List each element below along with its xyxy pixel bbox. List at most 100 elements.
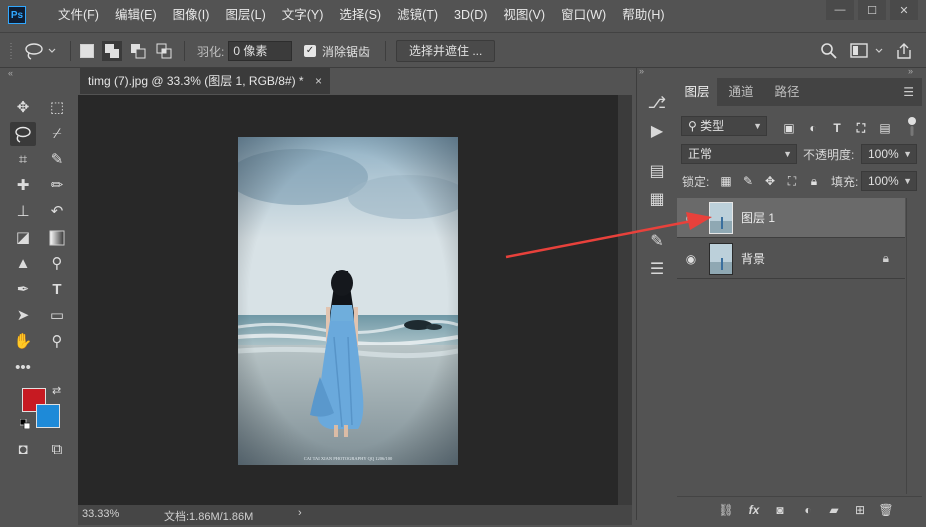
add-selection-button[interactable] (102, 33, 122, 69)
subtract-selection-button[interactable] (130, 33, 146, 69)
history-brush-tool-icon[interactable]: ↶ (44, 200, 70, 224)
history-panel-icon[interactable]: ⎇ (645, 92, 669, 116)
layer-row-background[interactable]: ◉ 背景 🔒︎ (677, 239, 905, 279)
vertical-scrollbar[interactable] (618, 95, 632, 505)
eye-icon[interactable]: ◉ (683, 210, 699, 226)
share-button[interactable] (895, 33, 913, 69)
lock-image-pixels-icon[interactable]: ✎ (741, 174, 755, 188)
swap-colors-icon[interactable]: ⇄ (52, 384, 61, 397)
zoom-tool-icon[interactable]: ⚲ (44, 330, 70, 354)
new-group-icon[interactable]: ▰ (825, 501, 843, 519)
menu-image[interactable]: 图像(I) (165, 0, 218, 30)
lock-icon[interactable]: 🔒︎ (883, 251, 889, 266)
menu-edit[interactable]: 编辑(E) (107, 0, 165, 30)
minimize-button[interactable]: — (826, 0, 854, 20)
screen-mode-icon[interactable]: ⧉ (44, 438, 70, 462)
tab-layers[interactable]: 图层 (677, 78, 717, 106)
hand-tool-icon[interactable]: ✋ (10, 330, 36, 354)
pen-tool-icon[interactable]: ✒ (10, 278, 36, 302)
lock-transparent-pixels-icon[interactable]: ▦ (719, 174, 733, 188)
dodge-tool-icon[interactable]: ⚲ (44, 252, 70, 276)
default-colors-icon[interactable] (19, 418, 31, 430)
layer-name[interactable]: 图层 1 (741, 198, 775, 238)
brush-panel-icon[interactable]: ✎ (645, 230, 669, 254)
type-tool-icon[interactable]: T (44, 278, 70, 302)
actions-panel-icon[interactable]: ▶ (645, 120, 669, 144)
lock-all-icon[interactable]: 🔒︎ (807, 174, 821, 188)
workspace-switcher[interactable] (850, 33, 886, 69)
properties-panel-icon[interactable]: ▤ (645, 160, 669, 184)
layer-style-icon[interactable]: fx (745, 501, 763, 519)
menu-type[interactable]: 文字(Y) (274, 0, 332, 30)
crop-tool-icon[interactable]: ⌗ (10, 148, 36, 172)
document-tab[interactable]: timg (7).jpg @ 33.3% (图层 1, RGB/8#) * × (80, 68, 330, 94)
rectangle-tool-icon[interactable]: ▭ (44, 304, 70, 328)
zoom-level[interactable]: 33.33% (82, 508, 119, 520)
search-button[interactable] (820, 33, 838, 69)
menu-file[interactable]: 文件(F) (50, 0, 107, 30)
clone-stamp-tool-icon[interactable]: ⊥ (10, 200, 36, 224)
adjustment-layer-icon[interactable]: ◐ (799, 501, 817, 519)
quick-selection-tool-icon[interactable]: ⌿ (44, 122, 70, 146)
panel-menu-icon[interactable]: ☰ (903, 85, 914, 99)
menu-help[interactable]: 帮助(H) (614, 0, 672, 30)
lock-position-icon[interactable]: ✥ (763, 174, 777, 188)
smart-object-filter-icon[interactable]: ▤ (877, 120, 893, 136)
tab-paths[interactable]: 路径 (767, 78, 807, 106)
opacity-input[interactable]: 100% ▼ (861, 144, 917, 164)
tab-channels[interactable]: 通道 (721, 78, 761, 106)
menu-filter[interactable]: 滤镜(T) (389, 0, 446, 30)
filter-toggle[interactable] (907, 116, 917, 138)
intersect-selection-button[interactable] (156, 33, 172, 69)
lasso-tool-icon[interactable] (10, 122, 36, 146)
adjustment-filter-icon[interactable]: ◐ (805, 120, 821, 136)
adjustments-panel-icon[interactable]: ☰ (645, 258, 669, 282)
eraser-tool-icon[interactable]: ◪ (10, 226, 36, 250)
gradient-tool-icon[interactable] (44, 226, 70, 250)
menu-window[interactable]: 窗口(W) (553, 0, 614, 30)
menu-select[interactable]: 选择(S) (331, 0, 389, 30)
fill-input[interactable]: 100% ▼ (861, 171, 917, 191)
menu-view[interactable]: 视图(V) (495, 0, 553, 30)
maximize-button[interactable]: ☐ (858, 0, 886, 20)
brush-tool-icon[interactable]: ✏ (44, 174, 70, 198)
expand-panels-icon[interactable]: » (639, 66, 644, 76)
eye-icon[interactable]: ◉ (683, 251, 699, 267)
path-selection-tool-icon[interactable]: ➤ (10, 304, 36, 328)
new-selection-button[interactable] (80, 33, 94, 69)
feather-input[interactable]: 0 像素 (228, 41, 293, 61)
healing-brush-tool-icon[interactable]: ✚ (10, 174, 36, 198)
collapse-panels-icon[interactable]: » (908, 66, 913, 76)
layer-row-layer1[interactable]: ◉ 图层 1 (677, 198, 905, 238)
lock-artboard-icon[interactable]: ⛶ (785, 174, 799, 188)
delete-layer-icon[interactable]: 🗑︎ (877, 501, 895, 519)
marquee-tool-icon[interactable]: ⬚ (44, 96, 70, 120)
blend-mode-dropdown[interactable]: 正常 ▼ (681, 144, 797, 164)
canvas-area[interactable]: CAI TAI XIAN PHOTOGRAPHY QQ 1206/100 (78, 95, 618, 505)
link-layers-icon[interactable]: ⛓ (717, 501, 735, 519)
shape-filter-icon[interactable]: ⛶ (853, 120, 869, 136)
type-filter-icon[interactable]: T (829, 120, 845, 136)
close-button[interactable]: ✕ (890, 0, 918, 20)
filter-kind-dropdown[interactable]: ⚲ 类型 ▼ (681, 116, 767, 136)
status-menu-arrow[interactable]: › (298, 507, 302, 519)
quick-mask-icon[interactable]: ◘ (10, 438, 36, 462)
close-document-icon[interactable]: × (315, 68, 322, 94)
layer-name[interactable]: 背景 (741, 239, 765, 279)
layer-mask-icon[interactable]: ◙ (771, 501, 789, 519)
layers-scrollbar[interactable] (906, 198, 920, 494)
pixel-filter-icon[interactable]: ▣ (781, 120, 797, 136)
layer-thumbnail[interactable] (709, 202, 733, 234)
layer-thumbnail[interactable] (709, 243, 733, 275)
new-layer-icon[interactable]: ⊞ (851, 501, 869, 519)
antialias-checkbox[interactable]: ✓ 消除锯齿 (304, 33, 370, 69)
collapse-tools-icon[interactable]: « (8, 68, 13, 78)
libraries-panel-icon[interactable]: ▦ (645, 188, 669, 212)
blur-tool-icon[interactable]: ▲ (10, 252, 36, 276)
edit-toolbar-icon[interactable]: ••• (10, 356, 36, 380)
tool-preset-picker[interactable] (24, 33, 58, 69)
eyedropper-tool-icon[interactable]: ✎ (44, 148, 70, 172)
background-color-swatch[interactable] (36, 404, 60, 428)
move-tool-icon[interactable]: ✥ (10, 96, 36, 120)
menu-layer[interactable]: 图层(L) (217, 0, 273, 30)
